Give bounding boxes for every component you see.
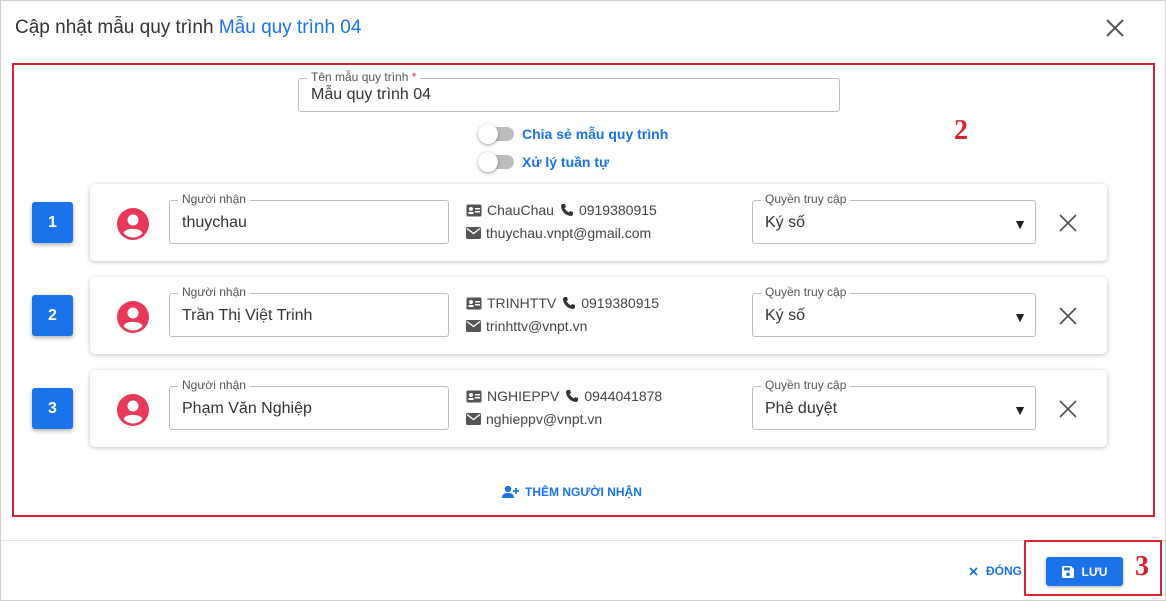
- recipient-username: ChauChau: [487, 202, 554, 218]
- access-rights-label: Quyền truy cập: [761, 378, 851, 392]
- phone-icon: [563, 297, 576, 309]
- recipient-input[interactable]: Trần Thị Việt Trinh: [182, 307, 312, 325]
- envelope-icon: [466, 227, 481, 239]
- phone-icon: [566, 390, 579, 402]
- recipient-username: NGHIEPPV: [487, 388, 560, 404]
- recipient-card: Người nhận Phạm Văn Nghiệp NGHIEPPV 0944…: [90, 370, 1107, 447]
- annotation-number-save: 3: [1135, 551, 1149, 582]
- save-button[interactable]: LƯU: [1046, 557, 1123, 586]
- recipient-email: thuychau.vnpt@gmail.com: [486, 225, 652, 241]
- id-card-icon: [466, 297, 482, 309]
- sequential-processing-label: Xử lý tuần tự: [522, 154, 610, 170]
- template-name-input[interactable]: Mẫu quy trình 04: [311, 86, 431, 104]
- add-recipient-button[interactable]: THÊM NGƯỜI NHẬN: [502, 485, 642, 499]
- recipient-label: Người nhận: [178, 378, 250, 392]
- account-circle-icon: [117, 394, 149, 426]
- recipient-email: trinhttv@vnpt.vn: [486, 318, 588, 334]
- recipient-input[interactable]: thuychau: [182, 214, 247, 232]
- recipient-phone: 0919380915: [578, 202, 657, 218]
- recipient-order-badge: 2: [32, 295, 73, 336]
- save-button-label: LƯU: [1081, 564, 1108, 579]
- template-name-field[interactable]: Tên mẫu quy trình * Mẫu quy trình 04: [298, 70, 840, 112]
- add-recipient-label: THÊM NGƯỜI NHẬN: [525, 485, 642, 499]
- dialog-title-prefix: Cập nhật mẫu quy trình: [15, 17, 214, 38]
- recipient-label: Người nhận: [178, 192, 250, 206]
- access-rights-select[interactable]: Quyền truy cập Ký số ▼: [752, 285, 1036, 337]
- envelope-icon: [466, 413, 481, 425]
- remove-recipient-icon[interactable]: [1057, 305, 1079, 327]
- recipient-username-phone: ChauChau 0919380915: [466, 202, 657, 218]
- access-rights-select[interactable]: Quyền truy cập Ký số ▼: [752, 192, 1036, 244]
- access-rights-value: Ký số: [765, 307, 806, 324]
- recipient-phone: 0944041878: [584, 388, 663, 404]
- close-button[interactable]: ĐÓNG: [969, 564, 1022, 578]
- access-rights-value: Phê duyệt: [765, 400, 838, 417]
- recipient-label: Người nhận: [178, 285, 250, 299]
- recipient-order-badge: 1: [32, 202, 73, 243]
- id-card-icon: [466, 204, 482, 216]
- recipient-username: TRINHTTV: [487, 295, 557, 311]
- update-template-dialog: Cập nhật mẫu quy trình Mẫu quy trình 04 …: [0, 0, 1166, 601]
- recipient-card: Người nhận thuychau ChauChau 0919380915 …: [90, 184, 1107, 261]
- recipient-phone: 0919380915: [581, 295, 660, 311]
- close-icon: [969, 566, 978, 576]
- share-template-label: Chia sẻ mẫu quy trình: [522, 126, 669, 142]
- phone-icon: [560, 204, 573, 216]
- caret-down-icon: ▼: [1013, 309, 1027, 325]
- access-rights-select[interactable]: Quyền truy cập Phê duyệt ▼: [752, 378, 1036, 430]
- dialog-title-template-name: Mẫu quy trình 04: [218, 17, 362, 38]
- recipient-email-line: trinhttv@vnpt.vn: [466, 318, 587, 334]
- recipient-username-phone: NGHIEPPV 0944041878: [466, 388, 662, 404]
- sequential-processing-toggle[interactable]: [478, 152, 514, 172]
- id-card-icon: [466, 390, 482, 402]
- recipient-input[interactable]: Phạm Văn Nghiệp: [182, 400, 312, 418]
- dialog-title: Cập nhật mẫu quy trình Mẫu quy trình 04: [15, 17, 361, 39]
- user-plus-icon: [502, 485, 519, 498]
- annotation-number-main: 2: [954, 115, 968, 146]
- close-button-label: ĐÓNG: [986, 564, 1022, 578]
- recipient-order-badge: 3: [32, 388, 73, 429]
- share-template-toggle[interactable]: [478, 124, 514, 144]
- footer-divider: [1, 540, 1165, 541]
- access-rights-value: Ký số: [765, 214, 806, 231]
- access-rights-label: Quyền truy cập: [761, 285, 851, 299]
- recipient-field[interactable]: Người nhận thuychau: [169, 192, 449, 244]
- dialog-header: Cập nhật mẫu quy trình Mẫu quy trình 04: [1, 1, 1165, 55]
- recipient-field[interactable]: Người nhận Phạm Văn Nghiệp: [169, 378, 449, 430]
- remove-recipient-icon[interactable]: [1057, 398, 1079, 420]
- recipient-field[interactable]: Người nhận Trần Thị Việt Trinh: [169, 285, 449, 337]
- caret-down-icon: ▼: [1013, 402, 1027, 418]
- template-name-label: Tên mẫu quy trình *: [307, 70, 421, 84]
- recipient-email: nghieppv@vnpt.vn: [486, 411, 603, 427]
- floppy-disk-icon: [1061, 565, 1074, 578]
- recipient-card: Người nhận Trần Thị Việt Trinh TRINHTTV …: [90, 277, 1107, 354]
- recipient-email-line: thuychau.vnpt@gmail.com: [466, 225, 651, 241]
- remove-recipient-icon[interactable]: [1057, 212, 1079, 234]
- account-circle-icon: [117, 301, 149, 333]
- access-rights-label: Quyền truy cập: [761, 192, 851, 206]
- envelope-icon: [466, 320, 481, 332]
- caret-down-icon: ▼: [1013, 216, 1027, 232]
- account-circle-icon: [117, 208, 149, 240]
- close-icon[interactable]: [1103, 16, 1127, 40]
- recipient-username-phone: TRINHTTV 0919380915: [466, 295, 659, 311]
- recipient-email-line: nghieppv@vnpt.vn: [466, 411, 602, 427]
